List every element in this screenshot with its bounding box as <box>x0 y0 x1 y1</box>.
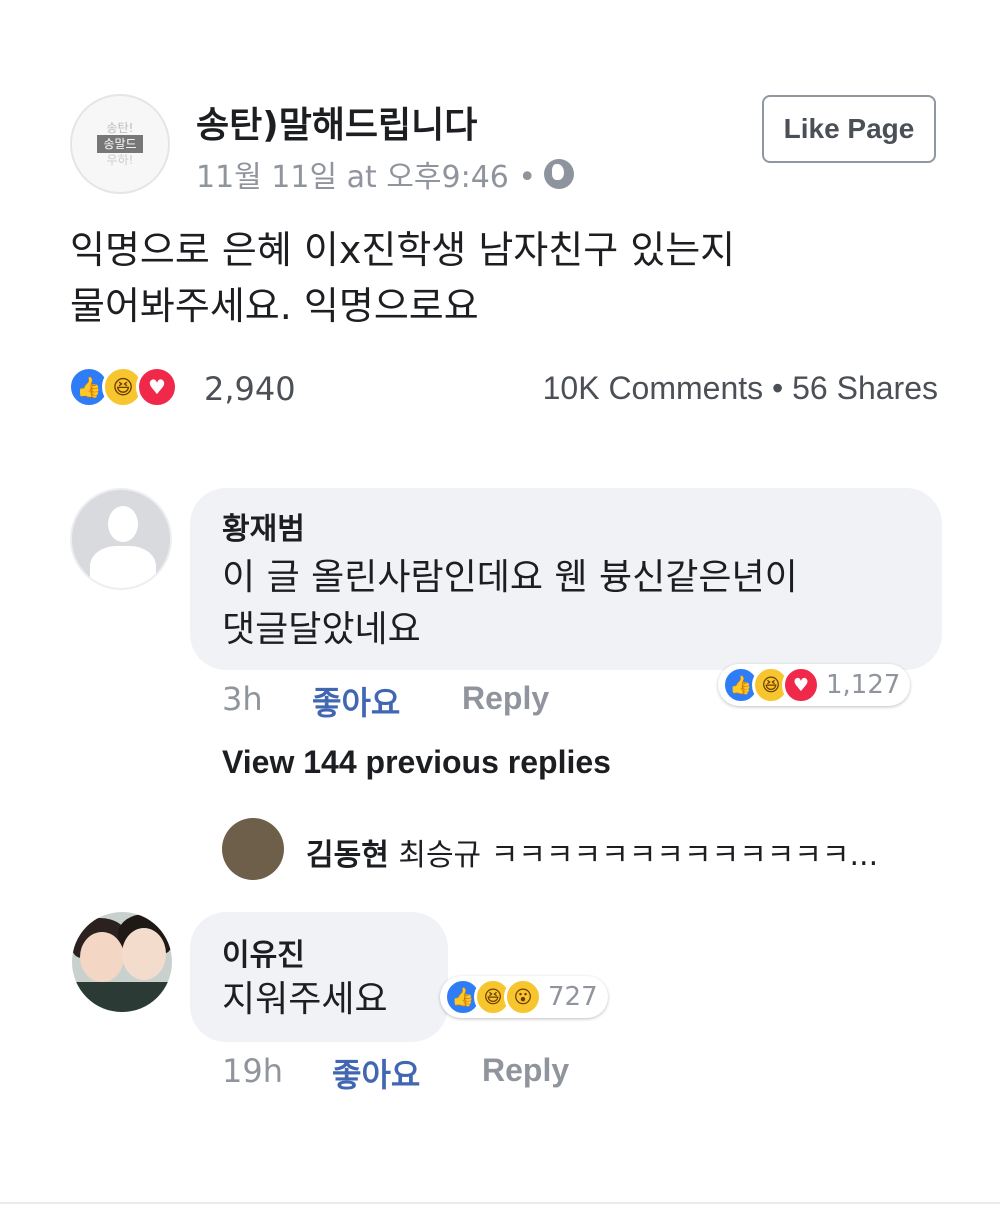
reply-author[interactable]: 김동현 <box>306 838 389 873</box>
post-stats: 10K Comments • 56 Shares <box>543 370 938 407</box>
avatar-photo-face <box>122 928 166 980</box>
comment-like-button[interactable]: 좋아요 <box>332 1050 420 1096</box>
comment-text-line: 댓글달았네요 <box>222 609 421 650</box>
reply-avatar[interactable] <box>222 818 284 880</box>
page-name[interactable]: 송탄)말해드립니다 <box>196 96 477 148</box>
comment-reply-button[interactable]: Reply <box>462 680 549 717</box>
comment-like-button[interactable]: 좋아요 <box>312 678 400 724</box>
avatar-photo-shirt <box>72 982 172 1012</box>
view-previous-replies-link[interactable]: View 144 previous replies <box>222 744 611 781</box>
latest-reply[interactable]: 김동현 최승규 ㅋㅋㅋㅋㅋㅋㅋㅋㅋㅋㅋㅋㅋ... <box>306 830 878 874</box>
post-text-line: 물어봐주세요. 익명으로요 <box>70 284 479 328</box>
comment-author[interactable]: 황재범 <box>222 504 305 548</box>
shares-count[interactable]: 56 Shares <box>792 370 938 406</box>
comment-reaction-pill[interactable]: 👍 😆 ♥ 1,127 <box>718 664 911 706</box>
globe-icon <box>544 159 575 189</box>
avatar-photo-face <box>80 932 124 982</box>
comment-text-line: 이 글 올린사람인데요 웬 븅신같은년이 <box>222 557 798 598</box>
reply-text: 최승규 ㅋㅋㅋㅋㅋㅋㅋㅋㅋㅋㅋㅋㅋ... <box>398 838 879 873</box>
commenter-avatar[interactable] <box>70 488 172 590</box>
post-timestamp[interactable]: 11월 11일 at 오후9:46 • <box>196 152 536 196</box>
comment-author[interactable]: 이유진 <box>222 930 305 974</box>
page-avatar[interactable]: 송탄! 송말드 우하! <box>70 94 170 194</box>
reaction-count: 727 <box>548 982 598 1012</box>
post-text: 익명으로 은혜 이x진학생 남자친구 있는지 물어봐주세요. 익명으로요 <box>70 222 950 334</box>
stats-separator: • <box>772 370 784 406</box>
comment-reply-button[interactable]: Reply <box>482 1052 569 1089</box>
wow-reaction-icon: 😮 <box>504 978 542 1016</box>
comment-time[interactable]: 19h <box>222 1052 283 1090</box>
comments-count[interactable]: 10K Comments <box>543 370 764 406</box>
avatar-head-silhouette <box>108 506 138 542</box>
bottom-divider <box>0 1202 1000 1204</box>
post-reaction-count[interactable]: 2,940 <box>204 370 296 408</box>
commenter-avatar[interactable] <box>72 912 172 1012</box>
page-logo-mid: 송말드 <box>97 135 143 153</box>
post-text-line: 익명으로 은혜 이x진학생 남자친구 있는지 <box>70 228 736 272</box>
comment-text: 지워주세요 <box>222 979 388 1020</box>
reaction-count: 1,127 <box>826 670 901 700</box>
love-reaction-icon: ♥ <box>782 666 820 704</box>
like-page-button[interactable]: Like Page <box>762 95 936 163</box>
avatar-body-silhouette <box>90 546 156 588</box>
comment-time[interactable]: 3h <box>222 680 263 718</box>
page-logo-bottom: 우하! <box>106 153 134 167</box>
comment-reaction-pill[interactable]: 👍 😆 😮 727 <box>440 976 608 1018</box>
love-reaction-icon: ♥ <box>136 366 178 408</box>
page-logo-top: 송탄! <box>106 121 134 135</box>
post-meta: 11월 11일 at 오후9:46 • <box>196 152 575 196</box>
post-reactions[interactable]: 👍 😆 ♥ <box>68 366 178 408</box>
comment-text: 이 글 올린사람인데요 웬 븅신같은년이 댓글달았네요 <box>222 552 922 656</box>
